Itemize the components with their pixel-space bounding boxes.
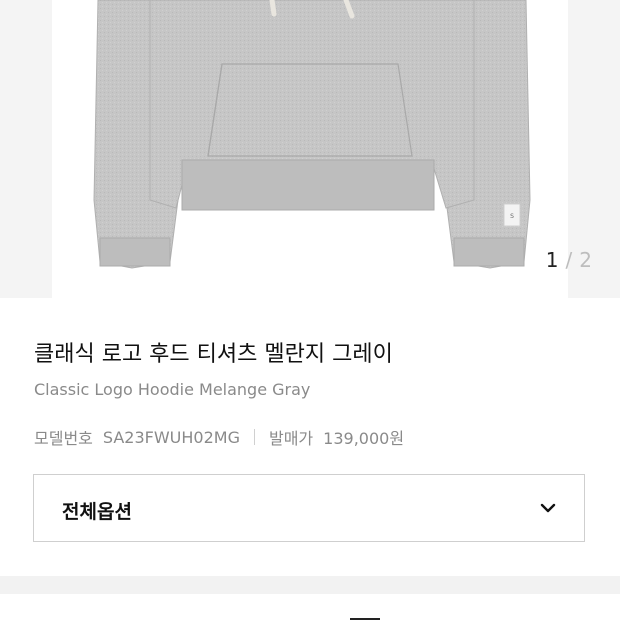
product-meta: 모델번호 SA23FWUH02MG 발매가 139,000원	[34, 425, 404, 449]
gallery-current-index: 1	[545, 248, 560, 272]
release-price-label: 발매가	[268, 429, 314, 448]
option-select-label: 전체옵션	[62, 501, 132, 523]
chevron-down-icon	[540, 503, 556, 513]
model-number-value: SA23FWUH02MG	[102, 427, 240, 447]
meta-divider	[253, 429, 255, 445]
next-section-start	[0, 594, 620, 620]
hoodie-product-photo: S	[93, 0, 531, 269]
option-select-dropdown[interactable]: 전체옵션	[33, 474, 585, 542]
svg-text:S: S	[510, 213, 514, 220]
model-number-label: 모델번호	[34, 429, 93, 448]
product-image-gallery[interactable]: S 1/2	[0, 0, 620, 298]
gallery-separator: /	[565, 248, 574, 272]
gallery-total: 2	[579, 248, 593, 272]
gallery-page-indicator: 1/2	[546, 248, 593, 272]
product-title-korean: 클래식 로고 후드 티셔츠 멜란지 그레이	[34, 342, 393, 367]
section-divider-band	[0, 576, 620, 594]
product-title-english: Classic Logo Hoodie Melange Gray	[34, 380, 311, 399]
release-price-value: 139,000원	[323, 429, 405, 448]
